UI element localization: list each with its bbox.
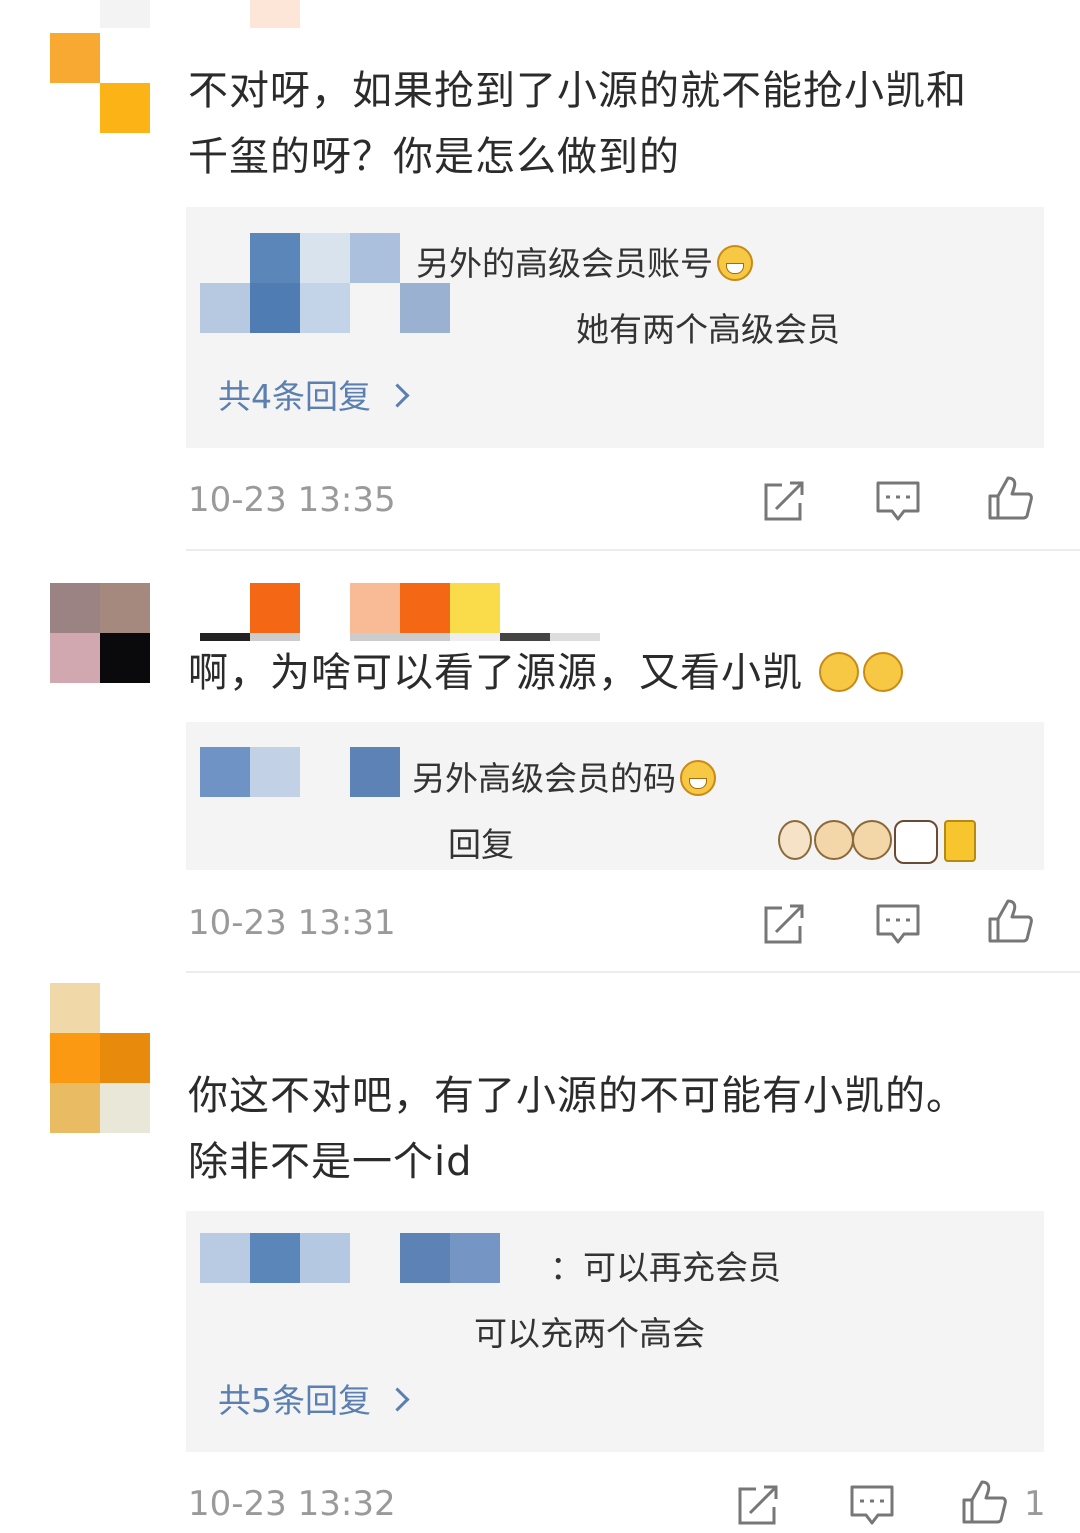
timestamp: 10-23 13:31: [188, 903, 396, 943]
comment-text: 不对呀，如果抢到了小源的就不能抢小凯和 千玺的呀？你是怎么做到的: [188, 68, 967, 180]
cow-emoji-icon: [894, 820, 938, 864]
reply-text: 另外高级会员的码: [412, 752, 716, 800]
share-icon[interactable]: [734, 1481, 782, 1529]
like-count: 1: [1024, 1484, 1046, 1524]
reply-text: 她有两个高级会员: [576, 310, 840, 349]
like-icon[interactable]: [986, 897, 1034, 945]
reply-text: 另外的高级会员账号: [416, 237, 753, 285]
comment-text: 啊，为啥可以看了源源，又看小凯: [188, 640, 903, 706]
timestamp: 10-23 13:32: [188, 1484, 396, 1524]
comment-text: 你这不对吧，有了小源的不可能有小凯的。 除非不是一个id: [188, 1073, 967, 1185]
comment-icon[interactable]: [874, 900, 922, 948]
reply-text: ：可以再充会员: [550, 1248, 781, 1287]
divider: [186, 549, 1080, 551]
reply-text: 可以充两个高会: [474, 1314, 705, 1353]
grin-emoji-icon: [680, 760, 716, 796]
avatar[interactable]: [50, 33, 150, 133]
username-mosaic: [200, 1233, 500, 1283]
laugh-cry-emoji-icon: [818, 652, 859, 692]
share-icon[interactable]: [760, 900, 808, 948]
avatar[interactable]: [50, 583, 150, 683]
beer-emoji-icon: [944, 820, 976, 862]
grin-emoji-icon: [717, 245, 753, 281]
reply-text: 回复: [448, 825, 514, 864]
reply-box[interactable]: 另外的高级会员账号 她有两个高级会员 共4条回复: [186, 207, 1044, 448]
comment-icon[interactable]: [848, 1481, 896, 1529]
more-replies-link[interactable]: 共5条回复: [218, 1374, 410, 1422]
top-avatar-fragment: [100, 0, 150, 28]
comment-icon[interactable]: [874, 477, 922, 525]
chevron-right-icon: [385, 383, 410, 408]
like-icon[interactable]: [986, 474, 1034, 522]
cat-emoji-icon: [814, 820, 854, 860]
divider: [186, 971, 1080, 973]
reply-box[interactable]: 另外高级会员的码 回复: [186, 722, 1044, 870]
like-icon[interactable]: [960, 1478, 1008, 1526]
username-mosaic[interactable]: [200, 583, 600, 633]
reply-box[interactable]: ：可以再充会员 可以充两个高会 共5条回复: [186, 1211, 1044, 1452]
username-mosaic: [200, 233, 450, 333]
share-icon[interactable]: [760, 477, 808, 525]
cat-emoji-icon: [778, 820, 812, 860]
chevron-right-icon: [385, 1387, 410, 1412]
timestamp: 10-23 13:35: [188, 480, 396, 520]
top-avatar-fragment: [250, 0, 300, 28]
more-replies-link[interactable]: 共4条回复: [218, 370, 410, 418]
avatar[interactable]: [50, 983, 150, 1133]
cat-emoji-icon: [852, 820, 892, 860]
laugh-cry-emoji-icon: [862, 652, 903, 692]
username-mosaic: [200, 747, 400, 797]
